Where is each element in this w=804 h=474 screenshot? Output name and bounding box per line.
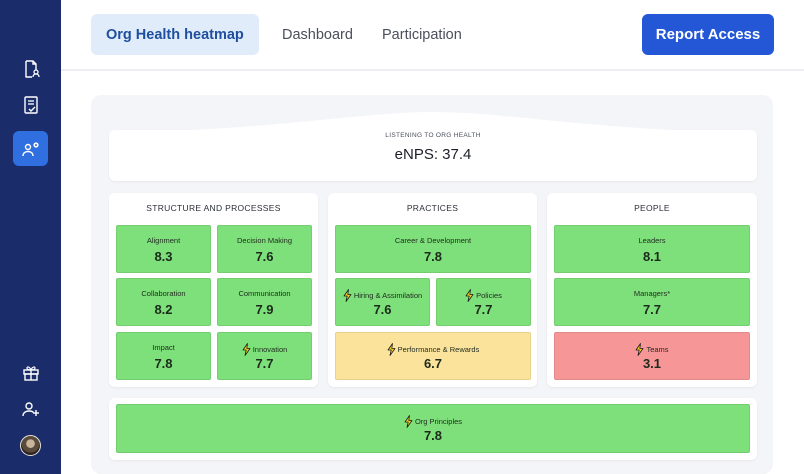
sidebar-item-invite[interactable] xyxy=(13,391,48,426)
tile-label: Communication xyxy=(238,289,291,298)
sidebar-item-tasks[interactable] xyxy=(13,87,48,122)
group-structure-and-processes: STRUCTURE AND PROCESSES Alignment 8.3 De… xyxy=(109,193,318,387)
tile-label: Collaboration xyxy=(141,289,186,298)
tile-alignment[interactable]: Alignment 8.3 xyxy=(116,225,211,273)
enps-caption: LISTENING TO ORG HEALTH xyxy=(385,132,481,139)
tile-label: Decision Making xyxy=(236,236,293,245)
tile-score: 7.8 xyxy=(423,428,443,443)
tile-label: Impact xyxy=(152,343,175,352)
add-user-icon xyxy=(21,401,39,416)
sidebar-item-rewards[interactable] xyxy=(13,355,48,390)
sidebar xyxy=(0,0,61,474)
group-org-principles: Org Principles 7.8 xyxy=(109,398,757,460)
tile-label: Teams xyxy=(646,345,669,354)
top-bar: Org Health heatmap Dashboard Participati… xyxy=(61,0,804,71)
tile-score: 3.1 xyxy=(642,356,662,371)
tile-score: 7.8 xyxy=(423,249,443,264)
tile-label: Hiring & Assimilation xyxy=(353,291,423,300)
tile-label: Innovation xyxy=(252,345,288,354)
tile-score: 7.8 xyxy=(154,356,173,371)
lightning-icon xyxy=(387,343,396,356)
tile-score: 7.6 xyxy=(255,249,274,264)
avatar[interactable] xyxy=(20,435,41,456)
tile-score: 8.3 xyxy=(154,249,173,264)
tile-collaboration[interactable]: Collaboration 8.2 xyxy=(116,278,211,326)
lightning-icon xyxy=(465,289,474,302)
group-title: STRUCTURE AND PROCESSES xyxy=(146,203,281,213)
tile-communication[interactable]: Communication 7.9 xyxy=(217,278,312,326)
group-people: PEOPLE Leaders 8.1 Managers* 7.7 Teams 3… xyxy=(547,193,757,387)
tile-career-development[interactable]: Career & Development 7.8 xyxy=(335,225,531,273)
tile-score: 6.7 xyxy=(423,356,443,371)
sidebar-item-people-settings[interactable] xyxy=(13,131,48,166)
tab-org-health-heatmap[interactable]: Org Health heatmap xyxy=(91,14,259,55)
tile-innovation[interactable]: Innovation 7.7 xyxy=(217,332,312,380)
tile-hiring-assimilation[interactable]: Hiring & Assimilation 7.6 xyxy=(335,278,430,326)
report-access-button[interactable]: Report Access xyxy=(642,14,774,55)
tile-org-principles[interactable]: Org Principles 7.8 xyxy=(116,404,750,453)
tile-label: Alignment xyxy=(146,236,181,245)
tab-participation[interactable]: Participation xyxy=(367,14,477,55)
tile-label: Managers* xyxy=(633,289,671,298)
lightning-icon xyxy=(636,343,644,356)
tile-leaders[interactable]: Leaders 8.1 xyxy=(554,225,750,273)
tile-label: Org Principles xyxy=(414,417,463,426)
user-settings-icon xyxy=(21,141,39,156)
sidebar-item-surveys[interactable] xyxy=(13,51,48,86)
group-title: PRACTICES xyxy=(406,203,459,213)
tile-score: 8.1 xyxy=(642,249,662,264)
tile-score: 8.2 xyxy=(154,302,173,317)
tile-impact[interactable]: Impact 7.8 xyxy=(116,332,211,380)
tile-label: Career & Development xyxy=(394,236,472,245)
lightning-icon xyxy=(343,289,352,302)
tile-label: Policies xyxy=(476,291,502,300)
tile-score: 7.9 xyxy=(255,302,274,317)
tile-managers[interactable]: Managers* 7.7 xyxy=(554,278,750,326)
tile-score: 7.7 xyxy=(474,302,493,317)
enps-score: eNPS: 37.4 xyxy=(394,146,472,163)
tile-teams[interactable]: Teams 3.1 xyxy=(554,332,750,380)
gift-icon xyxy=(22,365,39,381)
tile-decision-making[interactable]: Decision Making 7.6 xyxy=(217,225,312,273)
app: Org Health heatmap Dashboard Participati… xyxy=(0,0,804,474)
document-user-icon xyxy=(24,59,40,78)
tile-label: Performance & Rewards xyxy=(397,345,480,354)
tile-policies[interactable]: Policies 7.7 xyxy=(436,278,531,326)
group-practices: PRACTICES Career & Development 7.8 Hirin… xyxy=(328,193,537,387)
group-title: PEOPLE xyxy=(634,203,670,213)
tab-dashboard[interactable]: Dashboard xyxy=(267,14,368,55)
tile-score: 7.7 xyxy=(642,302,662,317)
tile-score: 7.7 xyxy=(255,356,274,371)
tile-label: Leaders xyxy=(638,236,666,245)
lightning-icon xyxy=(404,415,413,428)
lightning-icon xyxy=(242,343,251,356)
card-arch xyxy=(109,112,757,132)
enps-card: LISTENING TO ORG HEALTH eNPS: 37.4 xyxy=(109,112,757,181)
tile-performance-rewards[interactable]: Performance & Rewards 6.7 xyxy=(335,332,531,380)
checklist-icon xyxy=(23,95,38,114)
tile-score: 7.6 xyxy=(373,302,392,317)
